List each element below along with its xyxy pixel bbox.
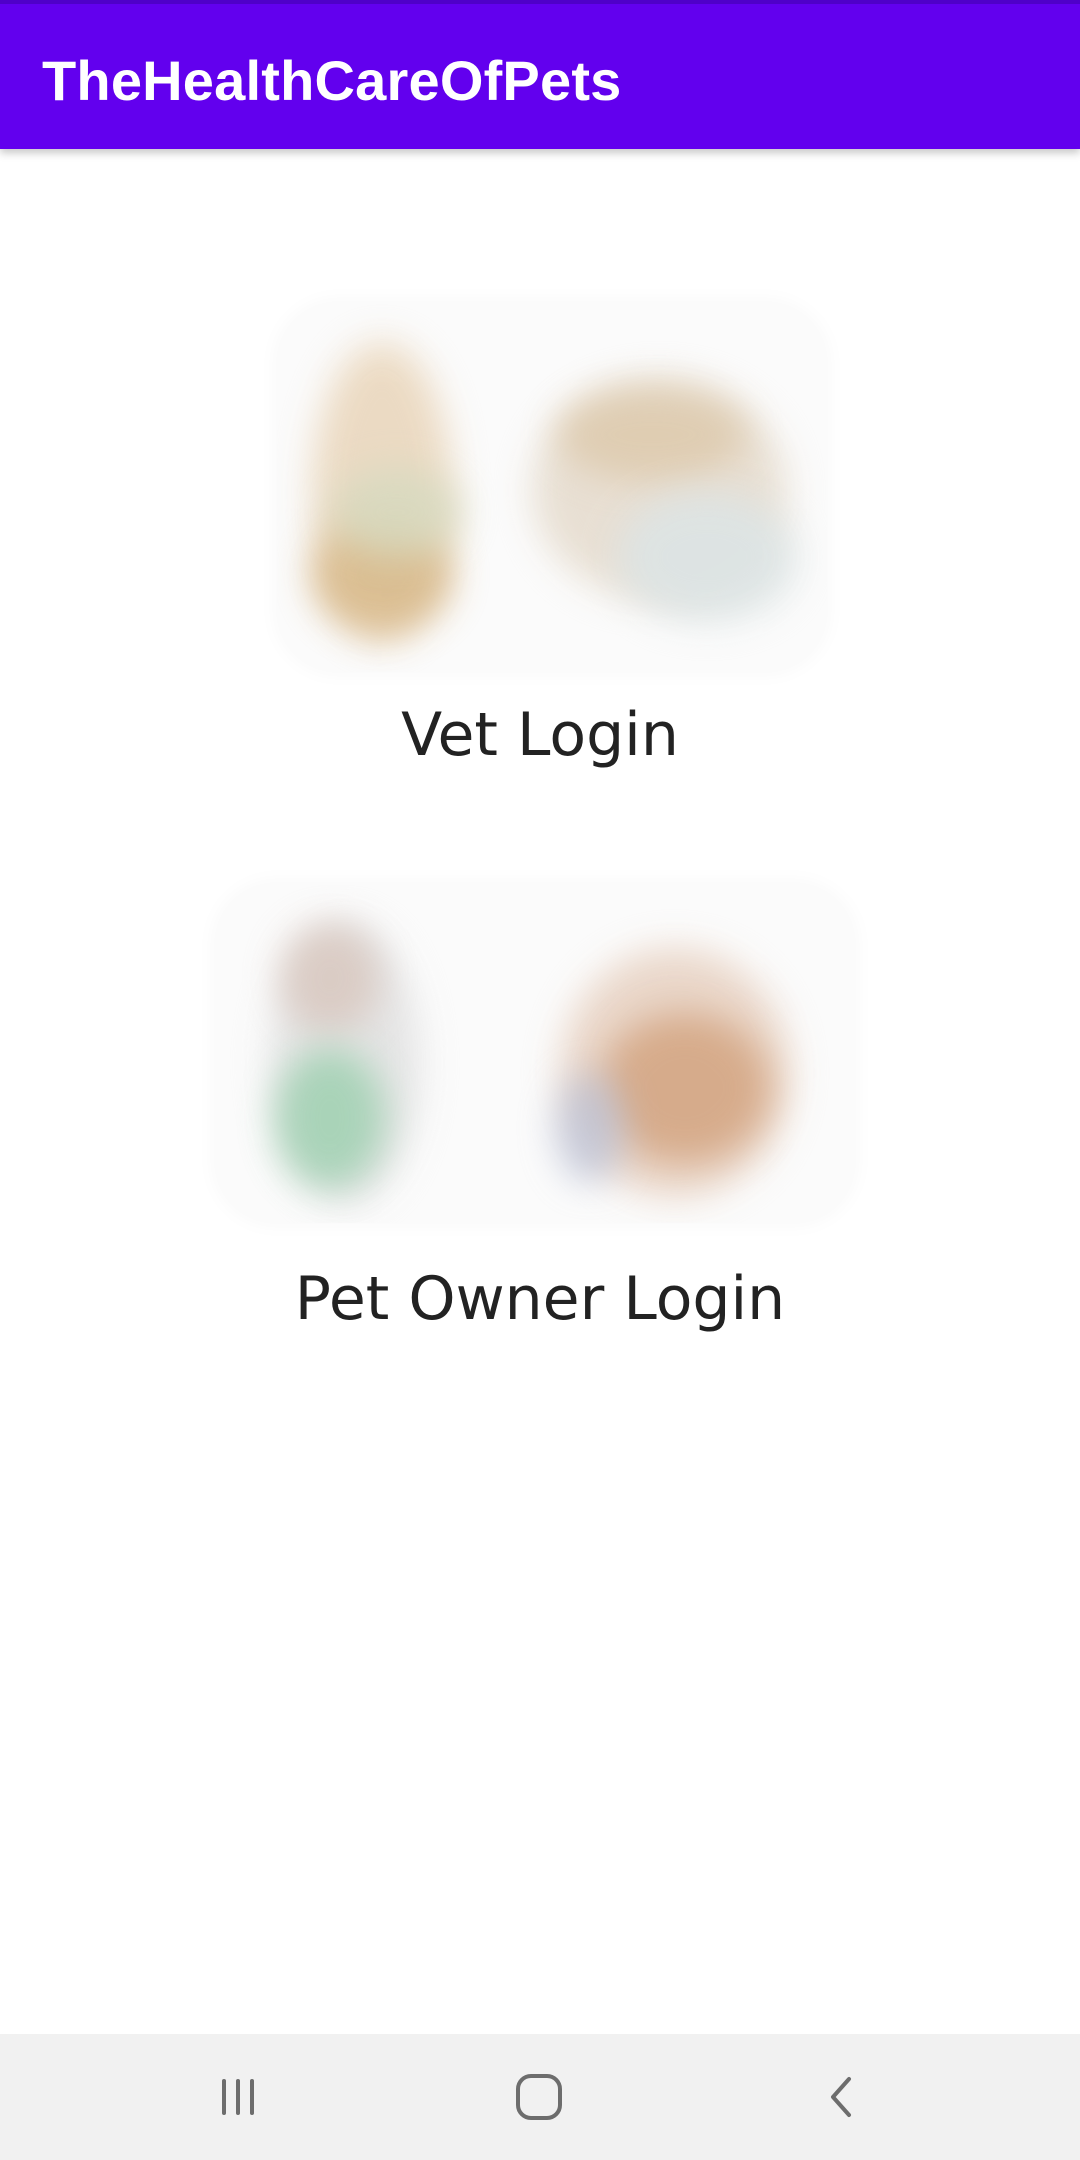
vet-pets-image[interactable]	[277, 302, 827, 672]
home-button[interactable]	[479, 2056, 599, 2138]
vet-login-option[interactable]: Vet Login	[0, 290, 1080, 790]
home-icon	[516, 2074, 562, 2120]
pet-owner-login-option[interactable]: Pet Owner Login	[0, 880, 1080, 1350]
system-navigation-bar	[0, 2034, 1080, 2160]
recent-apps-icon	[222, 2079, 254, 2115]
back-button[interactable]	[782, 2056, 902, 2138]
pet-owner-login-label[interactable]: Pet Owner Login	[0, 1264, 1080, 1334]
login-choice-screen: TheHealthCareOfPets Vet Login Pet Owner …	[0, 0, 1080, 2160]
back-icon	[831, 2077, 851, 2117]
pet-owner-pets-image[interactable]	[215, 883, 855, 1223]
app-bar: TheHealthCareOfPets	[0, 0, 1080, 149]
vet-login-label[interactable]: Vet Login	[0, 700, 1080, 770]
app-title: TheHealthCareOfPets	[42, 49, 622, 112]
recent-apps-button[interactable]	[178, 2056, 298, 2138]
